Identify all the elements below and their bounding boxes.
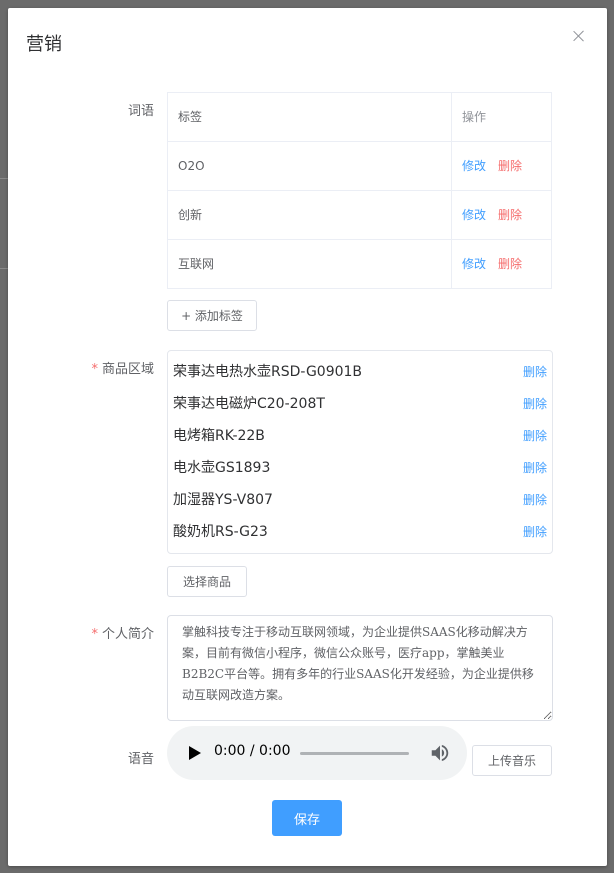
header-op: 操作: [462, 110, 487, 124]
tags-table: 标签 操作 O2O 修改 删除 创新 修改 删除 互联网 修改 删除: [167, 92, 552, 289]
list-item: 酸奶机RS-G23 删除: [173, 515, 547, 547]
delete-link[interactable]: 删除: [523, 363, 547, 380]
table-row: 创新 修改 删除: [168, 191, 551, 240]
delete-link[interactable]: 删除: [523, 491, 547, 508]
volume-icon[interactable]: [429, 742, 451, 764]
backdrop-divider: [0, 178, 8, 179]
product-name: 酸奶机RS-G23: [173, 524, 268, 540]
edit-link[interactable]: 修改: [462, 159, 486, 173]
save-button[interactable]: 保存: [272, 800, 342, 836]
words-label: 词语: [127, 104, 154, 119]
dialog-title: 营销: [26, 34, 62, 55]
audio-player: 0:00 / 0:00: [167, 726, 467, 780]
required-mark: *: [91, 362, 98, 377]
play-icon[interactable]: [189, 746, 201, 760]
product-list: 荣事达电热水壶RSD-G0901B 删除 荣事达电磁炉C20-208T 删除 电…: [167, 350, 553, 554]
edit-link[interactable]: 修改: [462, 257, 486, 271]
product-name: 荣事达电热水壶RSD-G0901B: [173, 364, 363, 380]
delete-link[interactable]: 删除: [523, 427, 547, 444]
add-tag-button[interactable]: + 添加标签: [167, 300, 257, 331]
marketing-dialog: 营销 词语 标签 操作 O2O 修改 删除 创新 修改 删除 互联网 修改 删除 + …: [8, 8, 607, 866]
table-row: O2O 修改 删除: [168, 142, 551, 191]
audio-progress-track[interactable]: [300, 752, 409, 755]
list-item: 荣事达电热水壶RSD-G0901B 删除: [173, 355, 547, 387]
product-name: 电水壶GS1893: [173, 460, 271, 476]
header-tag: 标签: [178, 110, 203, 124]
tag-cell: 互联网: [178, 257, 215, 271]
intro-label: * 个人简介: [91, 627, 154, 642]
tag-cell: O2O: [178, 159, 205, 173]
delete-link[interactable]: 删除: [498, 208, 522, 222]
list-item: 加湿器YS-V807 删除: [173, 483, 547, 515]
delete-link[interactable]: 删除: [523, 523, 547, 540]
table-header: 标签 操作: [168, 93, 551, 142]
list-item: 电烤箱RK-22B 删除: [173, 419, 547, 451]
delete-link[interactable]: 删除: [498, 257, 522, 271]
backdrop-divider: [0, 268, 8, 269]
table-row: 互联网 修改 删除: [168, 240, 551, 289]
product-name: 电烤箱RK-22B: [173, 428, 265, 444]
product-name: 加湿器YS-V807: [173, 492, 273, 508]
tag-cell: 创新: [178, 208, 203, 222]
required-mark: *: [91, 627, 98, 642]
products-label: * 商品区域: [91, 362, 154, 377]
edit-link[interactable]: 修改: [462, 208, 486, 222]
product-name: 荣事达电磁炉C20-208T: [173, 396, 325, 412]
delete-link[interactable]: 删除: [498, 159, 522, 173]
select-products-button[interactable]: 选择商品: [167, 566, 247, 597]
list-item: 电水壶GS1893 删除: [173, 451, 547, 483]
delete-link[interactable]: 删除: [523, 459, 547, 476]
delete-link[interactable]: 删除: [523, 395, 547, 412]
intro-textarea[interactable]: 掌触科技专注于移动互联网领域，为企业提供SAAS化移动解决方案，目前有微信小程序…: [167, 615, 553, 721]
close-icon[interactable]: [571, 28, 587, 44]
upload-music-button[interactable]: 上传音乐: [472, 745, 552, 776]
voice-label: 语音: [127, 752, 154, 767]
list-item: 荣事达电磁炉C20-208T 删除: [173, 387, 547, 419]
audio-time: 0:00 / 0:00: [214, 743, 291, 759]
